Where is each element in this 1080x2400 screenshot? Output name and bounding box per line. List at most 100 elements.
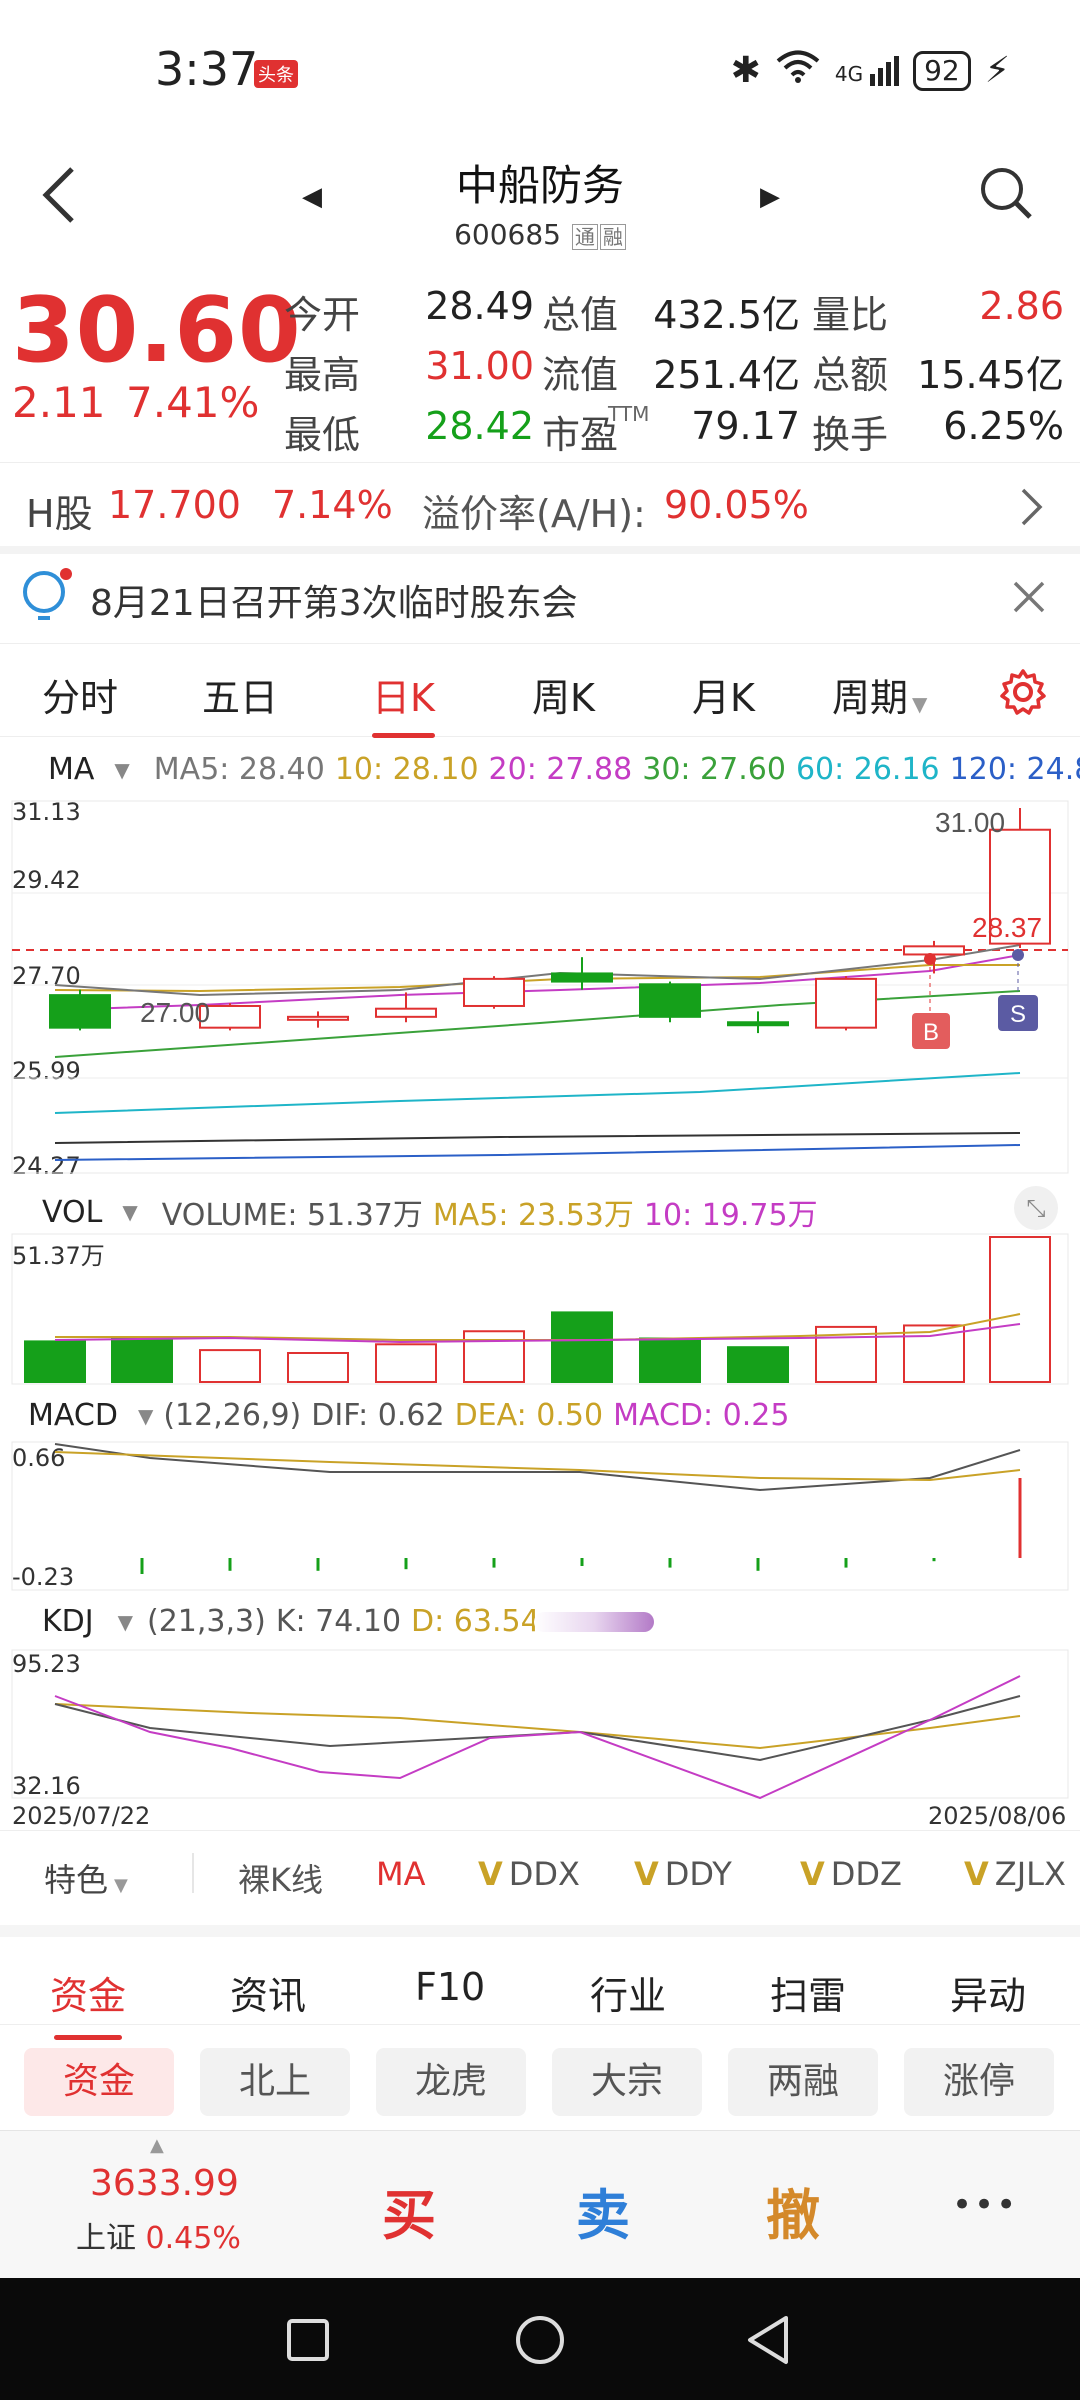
feature-ddy[interactable]: V DDY (634, 1855, 732, 1893)
tab-weekly-k[interactable]: 周K (532, 667, 595, 722)
volume-value: VOLUME: 51.37万 (161, 1198, 423, 1233)
feature-ma[interactable]: MA (376, 1855, 426, 1893)
expand-icon[interactable]: ⤡ (1014, 1186, 1058, 1230)
tab-intraday[interactable]: 分时 (42, 667, 118, 722)
volume-bar (727, 1346, 789, 1383)
chip-margin[interactable]: 两融 (728, 2048, 878, 2116)
chip-dragon-tiger[interactable]: 龙虎 (376, 2048, 526, 2116)
tag-rong: 融 (599, 224, 626, 250)
ma-legend: MA ▼ MA5: 28.40 10: 28.10 20: 27.88 30: … (0, 752, 1080, 787)
more-button[interactable]: ••• (952, 2185, 1018, 2225)
feature-ddz[interactable]: V DDZ (800, 1855, 902, 1893)
vol-dropdown-icon[interactable]: ▼ (122, 1200, 137, 1224)
chip-limit-up[interactable]: 涨停 (904, 2048, 1054, 2116)
tab-period[interactable]: 周期 ▼ (832, 667, 927, 722)
volume-chart[interactable] (0, 1232, 1080, 1386)
feature-ddy-label: DDY (664, 1855, 732, 1893)
tab-industry[interactable]: 行业 (590, 1965, 666, 2020)
candlestick-chart[interactable]: 31.00 27.00 28.37 B S (0, 795, 1080, 1180)
bluetooth-icon: ✱ (730, 50, 761, 91)
index-name: 上证 (76, 2221, 136, 2256)
v-icon: V (964, 1855, 989, 1893)
macd-dropdown-icon[interactable]: ▼ (138, 1404, 153, 1428)
feature-special[interactable]: 特色 ▼ (44, 1855, 128, 1901)
volume-bar (111, 1337, 173, 1383)
candle[interactable] (375, 1007, 437, 1018)
candle[interactable] (727, 1021, 789, 1027)
divider (192, 1853, 194, 1893)
chevron-right-icon[interactable] (1020, 487, 1044, 527)
candle[interactable] (815, 977, 877, 1029)
ma-dropdown-icon[interactable]: ▼ (114, 758, 129, 782)
vol-ma5-value: MA5: 23.53万 (432, 1198, 634, 1233)
candle[interactable] (639, 983, 701, 1018)
cancel-order-button[interactable]: 撤 (766, 2171, 820, 2250)
kdj-name[interactable]: KDJ (42, 1604, 94, 1639)
quote-field-value: 432.5亿 (653, 293, 800, 337)
chip-block-trade[interactable]: 大宗 (552, 2048, 702, 2116)
sell-marker-label: S (1010, 1001, 1026, 1028)
tab-news[interactable]: 资讯 (230, 1965, 306, 2020)
macd-name[interactable]: MACD (28, 1398, 118, 1433)
quote-field-value: 28.49 (425, 284, 534, 328)
candle[interactable] (49, 994, 111, 1029)
kdj-chart[interactable] (0, 1648, 1080, 1800)
feature-ddz-label: DDZ (830, 1855, 902, 1893)
index-value[interactable]: 3633.99 (90, 2163, 239, 2204)
high-annotation: 31.00 (935, 807, 1005, 838)
feature-bare-k[interactable]: 裸K线 (238, 1855, 323, 1901)
ma-name[interactable]: MA (48, 752, 94, 787)
candle[interactable] (463, 977, 525, 1007)
volume-bar (989, 1236, 1051, 1383)
index-info[interactable]: 上证 0.45% (76, 2213, 241, 2257)
feature-special-label: 特色 (44, 1861, 109, 1899)
stock-code-row: 600685 通融 (0, 218, 1080, 251)
notice-text: 8月21日召开第3次临时股东会 (90, 583, 578, 624)
chip-northbound[interactable]: 北上 (200, 2048, 350, 2116)
feature-zjlx[interactable]: V ZJLX (964, 1855, 1066, 1893)
volume-bar (199, 1349, 261, 1383)
notice-bar[interactable]: 8月21日召开第3次临时股东会 (0, 552, 1080, 644)
volume-bar (551, 1311, 613, 1383)
low-annotation: 27.00 (140, 997, 210, 1028)
kdj-dropdown-icon[interactable]: ▼ (118, 1610, 133, 1634)
volume-bar (463, 1330, 525, 1383)
next-stock-icon[interactable]: ▶ (760, 182, 780, 212)
close-icon[interactable] (1012, 580, 1046, 614)
kdj-d: D: 63.54 (411, 1604, 540, 1639)
candle[interactable] (551, 972, 613, 983)
tab-movement[interactable]: 异动 (950, 1965, 1026, 2020)
home-icon[interactable] (514, 2314, 566, 2366)
chip-funds[interactable]: 资金 (24, 2048, 174, 2116)
stock-header: ◀ 中船防务 600685 通融 ▶ (0, 140, 1080, 265)
tab-funds[interactable]: 资金 (50, 1965, 126, 2040)
macd-chart[interactable] (0, 1440, 1080, 1592)
h-share-bar[interactable]: H股 17.700 7.14% 溢价率(A/H): 90.05% (0, 462, 1080, 554)
blurred-overlay (533, 1611, 654, 1632)
tab-f10[interactable]: F10 (415, 1965, 485, 2009)
date-start: 2025/07/22 (12, 1802, 151, 1830)
kdj-j-line (54, 1675, 1021, 1800)
vol-legend: VOL ▼ VOLUME: 51.37万 MA5: 23.53万 10: 19.… (0, 1190, 1080, 1234)
volume-bar (24, 1340, 86, 1383)
search-icon[interactable] (978, 165, 1034, 221)
volume-bar (639, 1337, 701, 1383)
candle[interactable] (287, 1015, 349, 1021)
volume-bar (287, 1352, 349, 1383)
macd-params: (12,26,9) (163, 1398, 302, 1433)
back-nav-icon[interactable] (744, 2314, 792, 2366)
tab-daily-k[interactable]: 日K (372, 667, 435, 738)
vol-name[interactable]: VOL (42, 1195, 102, 1230)
candle[interactable] (903, 945, 965, 956)
feature-ddx[interactable]: V DDX (478, 1855, 580, 1893)
stock-code: 600685 (454, 218, 561, 251)
dea-line (54, 1451, 1021, 1482)
sell-button[interactable]: 卖 (576, 2171, 630, 2250)
ma60-line (54, 1072, 1021, 1114)
tab-monthly-k[interactable]: 月K (692, 667, 755, 722)
tab-five-day[interactable]: 五日 (202, 667, 278, 722)
buy-button[interactable]: 买 (382, 2171, 436, 2250)
recent-apps-icon[interactable] (286, 2318, 330, 2362)
tab-risk-scan[interactable]: 扫雷 (770, 1965, 846, 2020)
gear-icon[interactable] (998, 667, 1048, 717)
